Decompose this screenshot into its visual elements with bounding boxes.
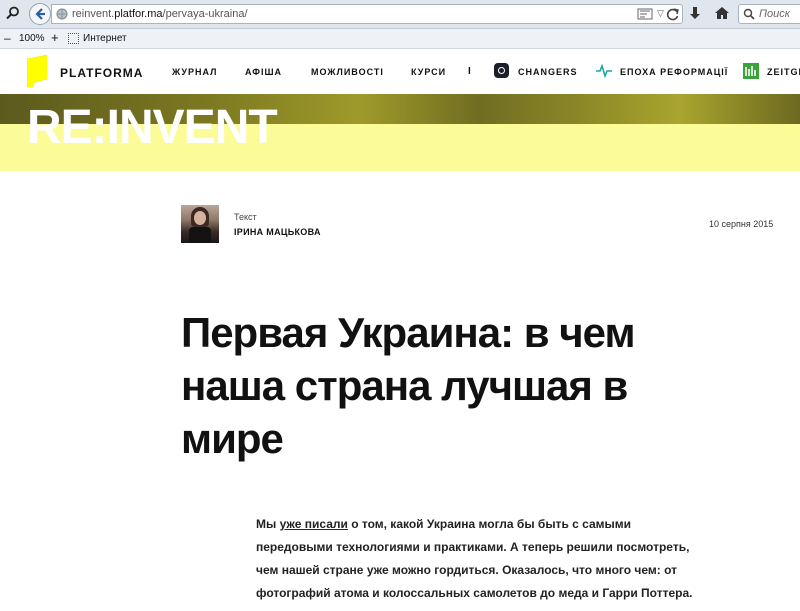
lead-link[interactable]: уже писали [280,517,348,531]
platforma-logo-icon[interactable] [27,55,47,87]
partner-changers[interactable]: CHANGERS [518,67,578,77]
article-lead: Мы уже писали о том, какой Украина могла… [256,513,706,605]
nav-item-afisha[interactable]: АФІША [245,67,282,77]
site-logo[interactable]: PLATFORMA [60,66,143,80]
zoom-level[interactable]: 100% [19,33,45,44]
pulse-icon[interactable] [596,64,612,78]
zeitgeist-icon[interactable] [743,63,759,79]
browser-toolbar: reinvent.platfor.ma/pervaya-ukraina/ ▽ П… [0,0,800,29]
search-icon [743,8,755,20]
search-icon[interactable] [6,6,20,20]
section-banner: RE:INVENT [0,94,800,171]
lead-text-start: Мы [256,517,280,531]
banner-title[interactable]: RE:INVENT [27,104,278,152]
publish-date: 10 серпня 2015 [709,219,774,229]
nav-item-mozhlyvosti[interactable]: МОЖЛИВОСТІ [311,67,384,77]
author-role: Текст [234,212,257,222]
zoom-out-button[interactable]: – [4,31,11,45]
chevron-down-icon[interactable]: ▽ [657,8,664,19]
security-zone-icon [68,33,79,44]
avatar-body [189,227,211,243]
back-button[interactable] [29,3,51,25]
feed-icon[interactable] [637,8,653,20]
browser-search-input[interactable]: Поиск [738,4,800,24]
arrow-left-icon [35,8,45,20]
avatar-face [194,211,206,225]
partner-zeitgeist[interactable]: ZEITGI [767,67,800,77]
partner-epokha-reformatsii[interactable]: ЕПОХА РЕФОРМАЦІЇ [620,67,728,77]
download-icon[interactable] [688,6,702,22]
reload-icon[interactable] [666,7,680,21]
globe-icon [56,8,68,20]
nav-separator: I [468,66,471,77]
browser-statusbar: – 100% + Интернет [0,29,800,49]
home-icon[interactable] [714,5,730,21]
search-placeholder: Поиск [759,8,790,20]
security-zone-label: Интернет [83,33,127,44]
article-title: Первая Украина: в чем наша страна лучшая… [181,309,636,462]
changers-icon[interactable] [494,63,509,78]
nav-item-kursy[interactable]: КУРСИ [411,67,446,77]
author-name[interactable]: ІРИНА МАЦЬКОВА [234,227,321,237]
address-url: reinvent.platfor.ma/pervaya-ukraina/ [72,8,248,20]
zoom-in-button[interactable]: + [51,30,59,45]
nav-item-zhurnal[interactable]: ЖУРНАЛ [172,67,217,77]
address-bar[interactable]: reinvent.platfor.ma/pervaya-ukraina/ ▽ [51,4,683,24]
author-avatar[interactable] [181,205,219,243]
